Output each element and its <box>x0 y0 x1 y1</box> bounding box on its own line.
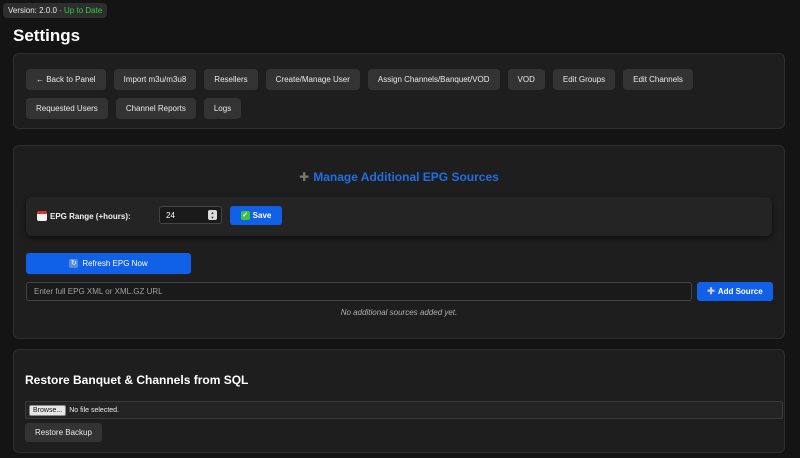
epg-title-text: Manage Additional EPG Sources <box>313 170 499 184</box>
epg-section-title: ✚ Manage Additional EPG Sources <box>14 170 784 184</box>
plus-icon: ✚ <box>299 170 310 184</box>
add-source-button[interactable]: ✚ Add Source <box>697 282 773 301</box>
vod-button[interactable]: VOD <box>507 69 545 90</box>
epg-range-card: EPG Range (+hours): 24 ▲ ▼ ✓ Save <box>26 197 772 236</box>
page-title: Settings <box>13 26 81 45</box>
nav-row-2: Requested Users Channel Reports Logs <box>26 98 772 119</box>
plus-icon: ✚ <box>707 286 715 296</box>
channel-reports-button[interactable]: Channel Reports <box>115 98 196 119</box>
browse-button[interactable]: Browse... <box>29 404 67 416</box>
save-button[interactable]: ✓ Save <box>230 206 282 225</box>
back-to-panel-button[interactable]: ← Back to Panel <box>26 69 106 90</box>
edit-channels-button[interactable]: Edit Channels <box>623 69 693 90</box>
save-button-label: Save <box>252 211 272 220</box>
file-status: No file selected. <box>69 406 119 414</box>
epg-range-input[interactable]: 24 ▲ ▼ <box>159 206 222 224</box>
epg-range-value: 24 <box>166 210 175 220</box>
epg-range-label: EPG Range (+hours): <box>37 211 131 221</box>
epg-panel: ✚ Manage Additional EPG Sources EPG Range… <box>13 145 785 339</box>
requested-users-button[interactable]: Requested Users <box>26 98 108 119</box>
empty-sources-note: No additional sources added yet. <box>340 308 458 317</box>
add-source-label: Add Source <box>717 287 763 296</box>
version-label: Version: 2.0.0 <box>8 6 57 15</box>
epg-range-label-text: EPG Range (+hours): <box>50 212 131 221</box>
nav-row-1: ← Back to Panel Import m3u/m3u8 Reseller… <box>26 69 772 90</box>
refresh-icon: ↻ <box>69 259 79 268</box>
calendar-icon <box>37 211 47 221</box>
refresh-epg-label: Refresh EPG Now <box>82 259 148 268</box>
resellers-button[interactable]: Resellers <box>204 69 258 90</box>
import-m3u-button[interactable]: Import m3u/m3u8 <box>113 69 197 90</box>
logs-button[interactable]: Logs <box>203 98 242 119</box>
restore-section-title: Restore Banquet & Channels from SQL <box>25 373 249 387</box>
nav-panel: ← Back to Panel Import m3u/m3u8 Reseller… <box>13 53 785 129</box>
assign-channels-button[interactable]: Assign Channels/Banquet/VOD <box>367 69 500 90</box>
refresh-epg-button[interactable]: ↻ Refresh EPG Now <box>26 253 191 274</box>
edit-groups-button[interactable]: Edit Groups <box>552 69 616 90</box>
epg-url-input[interactable] <box>26 282 692 301</box>
restore-panel: Restore Banquet & Channels from SQL Brow… <box>13 349 785 453</box>
restore-backup-button[interactable]: Restore Backup <box>25 423 102 442</box>
create-manage-user-button[interactable]: Create/Manage User <box>265 69 360 90</box>
file-input[interactable]: Browse... No file selected. <box>25 401 783 419</box>
version-status: - Up to Date <box>56 6 103 15</box>
version-badge: Version: 2.0.0 - Up to Date <box>3 3 108 18</box>
spinner-icon[interactable]: ▲ ▼ <box>208 210 217 220</box>
check-icon: ✓ <box>240 211 250 220</box>
